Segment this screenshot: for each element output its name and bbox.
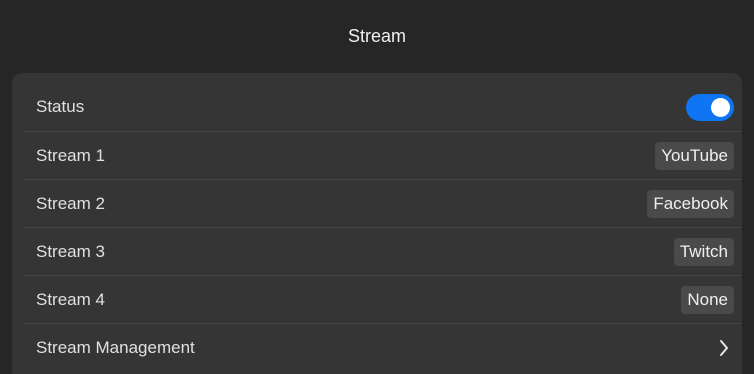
stream-4-label: Stream 4 xyxy=(36,289,105,309)
stream-1-label: Stream 1 xyxy=(36,145,105,165)
stream-1-value[interactable]: YouTube xyxy=(655,141,734,170)
status-toggle[interactable] xyxy=(686,93,734,121)
stream-management-row[interactable]: Stream Management xyxy=(24,324,742,372)
toggle-knob xyxy=(711,97,730,117)
stream-2-value[interactable]: Facebook xyxy=(647,189,734,218)
stream-3-row[interactable]: Stream 3 Twitch xyxy=(24,228,742,276)
stream-3-value[interactable]: Twitch xyxy=(673,237,734,266)
stream-4-row[interactable]: Stream 4 None xyxy=(24,276,742,324)
stream-management-label: Stream Management xyxy=(36,338,195,357)
stream-2-row[interactable]: Stream 2 Facebook xyxy=(24,180,742,228)
stream-3-label: Stream 3 xyxy=(36,241,105,261)
page-title: Stream xyxy=(347,26,407,46)
stream-4-value[interactable]: None xyxy=(681,285,734,314)
stream-1-row[interactable]: Stream 1 YouTube xyxy=(24,132,742,180)
status-row: Status xyxy=(24,73,742,132)
stream-settings-panel: Status Stream 1 YouTube Stream 2 Faceboo… xyxy=(12,73,742,374)
status-label: Status xyxy=(36,97,85,116)
chevron-right-icon xyxy=(714,338,734,358)
stream-2-label: Stream 2 xyxy=(36,193,105,213)
page-header: Stream xyxy=(0,0,754,73)
